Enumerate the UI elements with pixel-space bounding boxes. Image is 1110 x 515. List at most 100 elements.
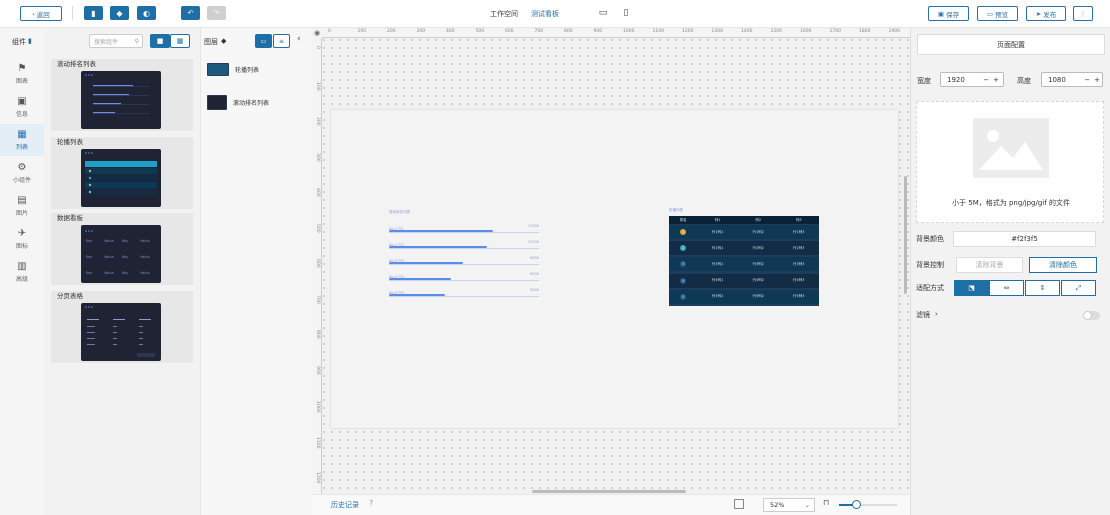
undo-icon: ↶ (187, 9, 194, 17)
table-row: 5 行5列1 行5列2 行5列3 (669, 289, 819, 304)
background-upload-area[interactable]: 小于 5M，格式为 png/jpg/gif 的文件 (916, 101, 1104, 223)
horizontal-scrollbar[interactable] (532, 490, 686, 493)
ruler-tick-label: 200 (315, 117, 320, 126)
table-cell: 行3列1 (711, 261, 724, 266)
rank-row: No.2 行2 10700 (389, 240, 539, 249)
publish-button[interactable]: ➤ 发布 (1026, 6, 1066, 21)
dashboard-page[interactable]: 滚动排名列表 No.1 行1 11000 No.2 行2 10700 No.3 行3 80… (331, 110, 898, 428)
component-card-carousel[interactable]: 轮播列表 (51, 137, 193, 209)
chart-icon: ⚑ (17, 62, 27, 74)
divider (72, 6, 73, 20)
filter-toggle[interactable] (1083, 311, 1100, 320)
layer-item[interactable]: 滚动排名列表 (207, 92, 269, 112)
preview-button[interactable]: ▭ 预览 (977, 6, 1018, 21)
category-list[interactable]: ▦ 列表 (0, 124, 44, 156)
minus-icon[interactable]: − (983, 76, 989, 84)
toggle-knob (1083, 311, 1092, 320)
advanced-icon: ▥ (17, 260, 27, 272)
fit-mode-stretch-button[interactable]: ⬔ (954, 280, 989, 296)
ruler-tick-label: 400 (315, 188, 320, 197)
vertical-scrollbar[interactable] (904, 176, 907, 294)
layers-toggle-button[interactable]: ◆ (110, 6, 129, 20)
height-input[interactable]: 1080 − + (1041, 72, 1103, 87)
desktop-view-icon[interactable]: ▭ (597, 6, 609, 20)
minus-icon[interactable]: − (1084, 76, 1090, 84)
plane-icon: ✈ (17, 227, 27, 239)
category-advanced[interactable]: ▥ 高级 (0, 256, 44, 288)
bg-color-input[interactable]: #f2f3f5 (953, 231, 1096, 247)
save-button[interactable]: ▣ 保存 (928, 6, 969, 21)
table-cell: 行5列3 (793, 294, 805, 299)
layer-thumb-view-button[interactable]: ▭ (255, 34, 272, 48)
layer-item[interactable]: 轮播列表 (207, 59, 259, 79)
fit-mode-height-button[interactable]: ⇕ (1025, 280, 1060, 296)
plus-icon[interactable]: + (1094, 76, 1100, 84)
search-input[interactable]: 搜索组件 ⚲ (89, 34, 143, 48)
more-button[interactable]: ⋮ (1073, 6, 1093, 21)
carousel-table-widget[interactable]: 排名 列1 列2 列3 1 行1列1 行1列2 行1列3 2 行2列1 行2列2 行2列3 3 行… (669, 216, 819, 306)
workspace-label[interactable]: 工作空间 (490, 9, 518, 19)
clear-background-button[interactable]: 清除背景 (956, 257, 1023, 273)
table-cell: 行5列2 (752, 294, 764, 299)
ruler-tick-label: 600 (315, 259, 320, 268)
paged-table-thumbnail (81, 303, 161, 361)
scroll-rank-thumb-graphic (85, 74, 149, 114)
theme-toggle-button[interactable]: ◐ (137, 6, 156, 20)
lock-icon[interactable]: ⊓ (823, 498, 829, 507)
canvas-bottom-bar: 历史记录 ? 52% ⌄ ⊓ (312, 494, 910, 515)
redo-button[interactable]: ↷ (207, 6, 226, 20)
undo-button[interactable]: ↶ (181, 6, 200, 20)
collapse-chevron-icon[interactable]: ‹ (297, 34, 301, 44)
canvas-area[interactable]: ◉ 0 100 200 300 400 500 600 700 800 900 1000 1100 12… (312, 28, 910, 494)
height-label: 高度 (1017, 77, 1031, 85)
chart-toggle-button[interactable]: ▮ (84, 6, 103, 20)
layer-list-view-button[interactable]: ≡ (273, 34, 290, 48)
component-card-scroll-rank[interactable]: 滚动排名列表 (51, 59, 193, 131)
rank-bar (389, 230, 493, 232)
category-icon[interactable]: ✈ 图标 (0, 223, 44, 255)
ruler-tick-label: 100 (357, 29, 367, 34)
help-icon[interactable]: ? (369, 499, 373, 508)
component-card-paged-table[interactable]: 分页表格 (51, 291, 193, 363)
eye-icon[interactable]: ◉ (312, 28, 322, 38)
chevron-left-icon: ‹ (32, 9, 35, 18)
rank-badge: 2 (680, 245, 687, 252)
history-link[interactable]: 历史记录 (331, 500, 359, 510)
plus-icon[interactable]: + (993, 76, 999, 84)
tab-page-config[interactable]: 页面配置 (917, 34, 1105, 55)
rank-value: 10700 (527, 240, 539, 244)
minimap-icon[interactable] (734, 499, 744, 509)
vertical-ruler: 0 100 200 300 400 500 600 700 800 900 1000 1100 1200 (312, 38, 322, 494)
card-title: 分页表格 (57, 292, 83, 300)
fit-mode-width-button[interactable]: ⇔ (989, 280, 1024, 296)
scroll-rank-widget[interactable]: 滚动排名列表 No.1 行1 11000 No.2 行2 10700 No.3 行3 80… (389, 210, 539, 310)
ruler-tick-label: 1700 (829, 29, 841, 34)
clear-color-button[interactable]: 清除颜色 (1029, 257, 1097, 273)
zoom-select[interactable]: 52% ⌄ (763, 498, 815, 512)
zoom-slider-handle[interactable] (852, 500, 861, 509)
category-info[interactable]: ▣ 信息 (0, 91, 44, 123)
grid-view-button[interactable]: ▦ (170, 34, 190, 48)
table-cell: 行3列2 (752, 261, 764, 266)
mobile-view-icon[interactable]: ▯ (620, 6, 632, 20)
layers-title: 图层 ◆ (204, 37, 227, 46)
fit-height-icon: ⇕ (1039, 284, 1046, 292)
bg-color-label: 背景颜色 (916, 235, 944, 243)
rank-bar-track (389, 232, 539, 233)
fit-mode-full-button[interactable]: ⤢ (1061, 280, 1096, 296)
rank-row: No.4 行4 6000 (389, 272, 539, 281)
table-cell: 行1列2 (752, 229, 764, 234)
dashboard-name[interactable]: 测试看板 (531, 9, 559, 19)
back-button[interactable]: ‹ 返回 (20, 6, 62, 21)
component-card-data-dashboard[interactable]: 数据看板 Key Value Key Value Key Value Key V… (51, 213, 193, 285)
single-column-view-button[interactable]: ■ (150, 34, 170, 48)
width-input[interactable]: 1920 − + (940, 72, 1004, 87)
filter-section[interactable]: 滤镜 › (916, 310, 938, 320)
category-chart[interactable]: ⚑ 图表 (0, 58, 44, 90)
table-cell: 行3列3 (793, 261, 805, 266)
rank-bar-track (389, 280, 539, 281)
rank-bar (389, 246, 487, 248)
components-panel: 搜索组件 ⚲ ■ ▦ 滚动排名列表 轮播列表 数据看板 Key Value Ke… (44, 28, 200, 515)
category-widget[interactable]: ⚙ 小组件 (0, 157, 44, 189)
category-image[interactable]: ▤ 图片 (0, 190, 44, 222)
